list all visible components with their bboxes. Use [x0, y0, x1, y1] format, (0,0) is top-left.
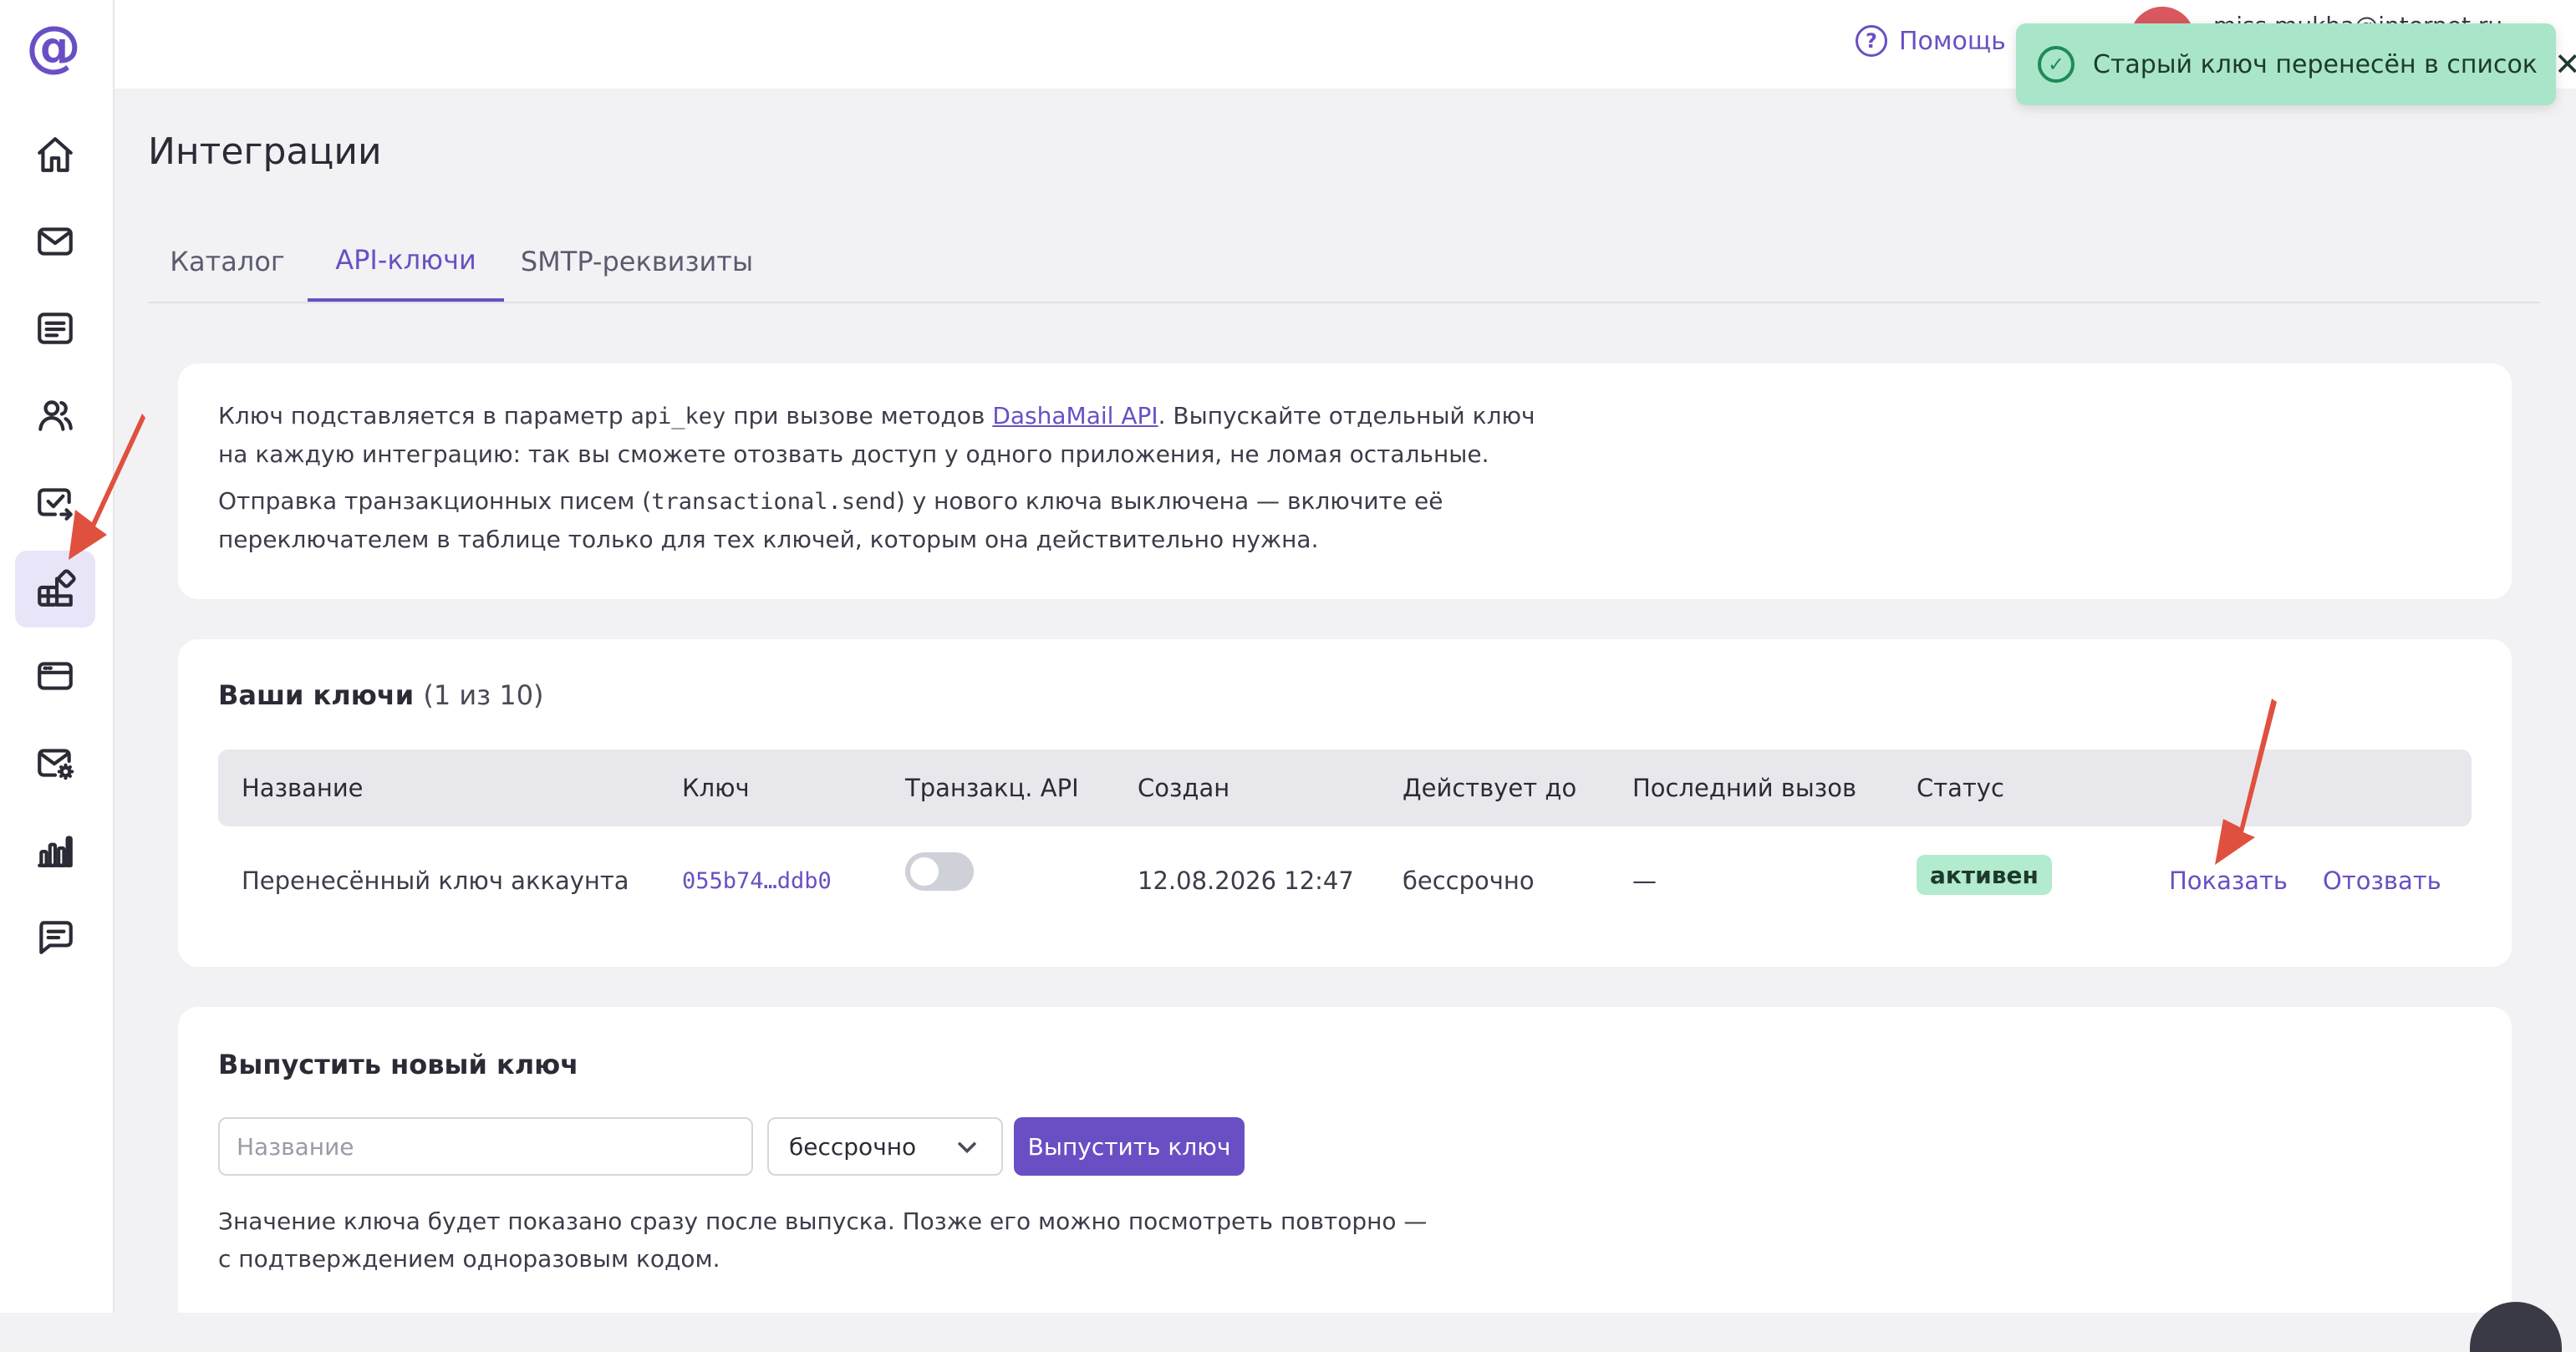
success-toast: ✓ Старый ключ перенесён в список ✕	[2016, 23, 2576, 105]
tab-api-keys[interactable]: API-ключи	[308, 221, 504, 302]
keys-count: (1 из 10)	[423, 679, 544, 711]
keys-card: Ваши ключи (1 из 10) Название Ключ Транз…	[178, 639, 2512, 967]
revoke-key-button[interactable]: Отозвать	[2323, 867, 2441, 895]
tabs: Каталог API-ключи SMTP-реквизиты	[148, 221, 2540, 303]
info-paragraph-2: Отправка транзакционных писем (transacti…	[218, 487, 1443, 553]
chevron-down-icon	[957, 1141, 977, 1154]
check-circle-icon: ✓	[2038, 46, 2075, 83]
bar-chart-icon	[38, 836, 73, 867]
users-icon	[38, 400, 73, 431]
term-select[interactable]: бессрочно	[767, 1117, 1003, 1176]
column-key: Ключ	[682, 774, 750, 802]
app-logo[interactable]: @	[23, 17, 84, 77]
help-label: Помощь	[1899, 26, 2006, 56]
key-valid-until: бессрочно	[1403, 867, 1535, 895]
card-icon	[38, 662, 73, 690]
key-name: Перенесённый ключ аккаунта	[242, 867, 629, 895]
sidebar-item-billing[interactable]	[15, 638, 95, 714]
sidebar-item-contacts[interactable]	[15, 377, 95, 454]
sidebar-item-home[interactable]	[15, 116, 95, 193]
method-code: transactional.send	[651, 489, 896, 515]
column-name: Название	[242, 774, 364, 802]
table-header: Название Ключ Транзакц. API Создан Дейст…	[218, 750, 2472, 826]
sidebar-item-automation[interactable]	[15, 724, 95, 801]
key-name-input[interactable]	[218, 1117, 753, 1176]
document-list-icon	[38, 313, 73, 344]
tab-catalog[interactable]: Каталог	[148, 221, 307, 302]
new-key-card: Выпустить новый ключ бессрочно Выпустить…	[178, 1007, 2512, 1313]
column-transactional: Транзакц. API	[905, 774, 1079, 802]
new-key-hint: Значение ключа будет показано сразу посл…	[218, 1207, 1428, 1273]
sidebar-item-mail[interactable]	[15, 203, 95, 280]
help-link[interactable]: ? Помощь	[1856, 22, 2006, 60]
tab-smtp[interactable]: SMTP-реквизиты	[516, 221, 758, 302]
envelope-icon	[38, 227, 73, 256]
column-status: Статус	[1917, 774, 2004, 802]
sidebar: @	[0, 0, 115, 1313]
mail-check-icon	[38, 488, 73, 521]
show-key-button[interactable]: Показать	[2169, 867, 2288, 895]
integrations-icon	[38, 569, 76, 607]
key-created: 12.08.2026 12:47	[1138, 867, 1354, 895]
column-last-call: Последний вызов	[1632, 774, 1857, 802]
info-paragraph-1: Ключ подставляется в параметр api_key пр…	[218, 402, 1535, 468]
close-icon[interactable]: ✕	[2554, 46, 2576, 83]
transactional-toggle[interactable]	[905, 852, 974, 891]
dashamail-api-link[interactable]: DashaMail API	[992, 402, 1158, 429]
help-icon: ?	[1856, 25, 1887, 57]
info-card: Ключ подставляется в параметр api_key пр…	[178, 363, 2512, 599]
mail-gear-icon	[38, 749, 74, 780]
sidebar-item-integrations[interactable]	[15, 551, 95, 628]
home-icon	[38, 137, 73, 172]
key-last-call: —	[1632, 867, 1657, 895]
column-valid-until: Действует до	[1403, 774, 1577, 802]
status-badge: активен	[1917, 855, 2052, 895]
toast-message: Старый ключ перенесён в список	[2093, 49, 2538, 79]
page-title: Интеграции	[148, 130, 382, 173]
new-key-title: Выпустить новый ключ	[218, 1049, 579, 1080]
toggle-knob	[910, 857, 939, 886]
sidebar-item-support[interactable]	[15, 898, 95, 975]
sidebar-item-templates[interactable]	[15, 290, 95, 367]
issue-key-button[interactable]: Выпустить ключ	[1014, 1117, 1245, 1176]
sidebar-item-analytics[interactable]	[15, 811, 95, 888]
chat-icon	[39, 921, 73, 954]
param-code: api_key	[630, 404, 726, 429]
column-created: Создан	[1138, 774, 1230, 802]
term-select-value: бессрочно	[789, 1132, 917, 1161]
key-value: 055b74…ddb0	[682, 868, 832, 894]
sidebar-item-tasks[interactable]	[15, 464, 95, 541]
keys-title: Ваши ключи (1 из 10)	[218, 679, 544, 711]
